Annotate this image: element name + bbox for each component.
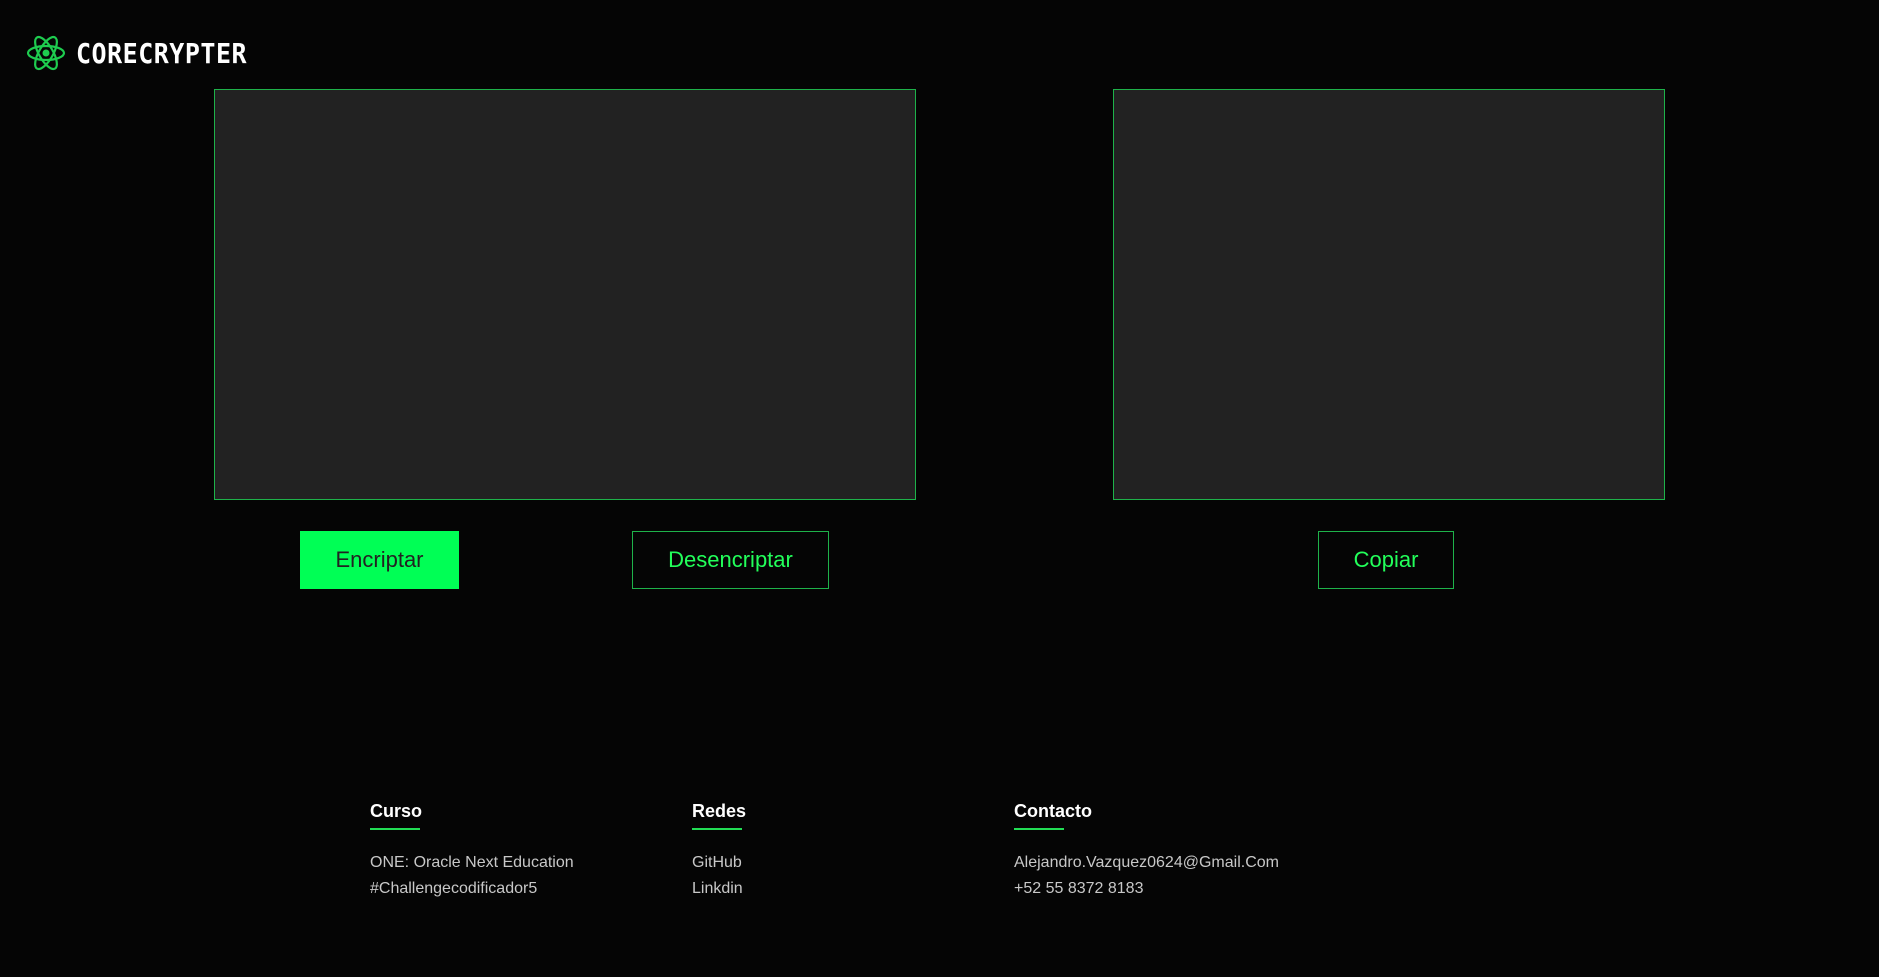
encrypt-button[interactable]: Encriptar <box>300 531 459 589</box>
header: CORECRYPTER <box>26 30 247 76</box>
input-textarea[interactable] <box>214 89 916 500</box>
footer-column-contacto: Contacto Alejandro.Vazquez0624@Gmail.Com… <box>1014 800 1279 902</box>
decrypt-button[interactable]: Desencriptar <box>632 531 829 589</box>
footer-heading-contacto: Contacto <box>1014 801 1092 821</box>
heading-underline <box>370 828 420 830</box>
contact-phone: +52 55 8372 8183 <box>1014 880 1144 897</box>
footer-item: ONE: Oracle Next Education <box>370 854 574 871</box>
linkedin-link[interactable]: Linkdin <box>692 876 746 902</box>
footer-column-redes: Redes GitHub Linkdin <box>692 800 746 902</box>
brand-name: CORECRYPTER <box>76 37 248 69</box>
heading-underline <box>1014 828 1064 830</box>
github-link[interactable]: GitHub <box>692 850 746 876</box>
footer-item: #Challengecodificador5 <box>370 880 538 897</box>
output-textarea[interactable] <box>1113 89 1665 500</box>
contact-email: Alejandro.Vazquez0624@Gmail.Com <box>1014 854 1279 871</box>
atom-icon <box>26 35 66 71</box>
footer-heading-redes: Redes <box>692 801 747 821</box>
footer-column-curso: Curso ONE: Oracle Next Education #Challe… <box>370 800 574 902</box>
copy-button[interactable]: Copiar <box>1318 531 1454 589</box>
heading-underline <box>692 828 742 830</box>
footer-heading-curso: Curso <box>370 801 423 821</box>
